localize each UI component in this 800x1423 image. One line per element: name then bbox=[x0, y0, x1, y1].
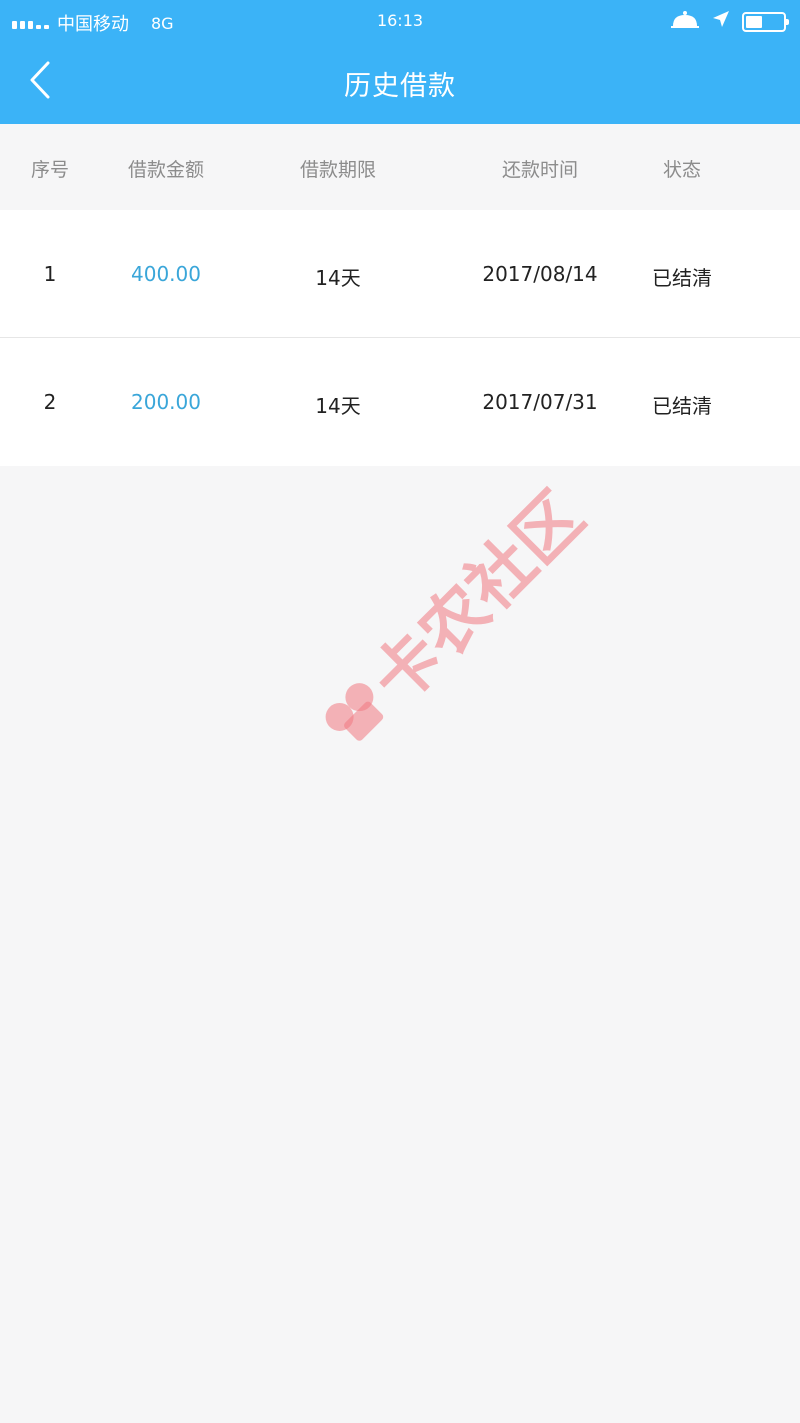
watermark-text: 卡农社区 bbox=[357, 477, 599, 719]
status-bar: 中国移动 8G 16:13 bbox=[0, 0, 800, 40]
header-term: 借款期限 bbox=[299, 159, 376, 181]
row-term: 14天 bbox=[315, 266, 361, 290]
status-right bbox=[670, 9, 789, 34]
app-bar: 中国移动 8G 16:13 历史借款 bbox=[0, 0, 800, 124]
header-status: 状态 bbox=[662, 159, 701, 181]
header-index: 序号 bbox=[30, 159, 69, 181]
location-arrow-icon bbox=[712, 10, 730, 33]
row-status: 已结清 bbox=[652, 394, 712, 418]
alarm-bell-icon bbox=[670, 9, 700, 34]
table-row[interactable]: 1 400.00 14天 2017/08/14 已结清 bbox=[0, 210, 800, 338]
loan-list: 1 400.00 14天 2017/08/14 已结清 2 200.00 14天… bbox=[0, 210, 800, 466]
watermark: 卡农社区 bbox=[300, 467, 601, 768]
row-amount: 400.00 bbox=[131, 262, 201, 286]
row-status: 已结清 bbox=[652, 266, 712, 290]
table-row[interactable]: 2 200.00 14天 2017/07/31 已结清 bbox=[0, 338, 800, 466]
row-amount: 200.00 bbox=[131, 390, 201, 414]
row-repay-date: 2017/07/31 bbox=[482, 390, 598, 414]
row-index: 2 bbox=[43, 390, 57, 414]
row-index: 1 bbox=[43, 262, 57, 286]
page-title: 历史借款 bbox=[344, 71, 456, 102]
nav-bar: 历史借款 bbox=[0, 40, 800, 124]
header-amount: 借款金额 bbox=[127, 159, 204, 181]
row-term: 14天 bbox=[315, 394, 361, 418]
battery-icon bbox=[742, 11, 789, 32]
row-repay-date: 2017/08/14 bbox=[482, 262, 598, 286]
header-repay-date: 还款时间 bbox=[501, 159, 578, 181]
table-header: 序号 借款金额 借款期限 还款时间 状态 bbox=[0, 124, 800, 210]
